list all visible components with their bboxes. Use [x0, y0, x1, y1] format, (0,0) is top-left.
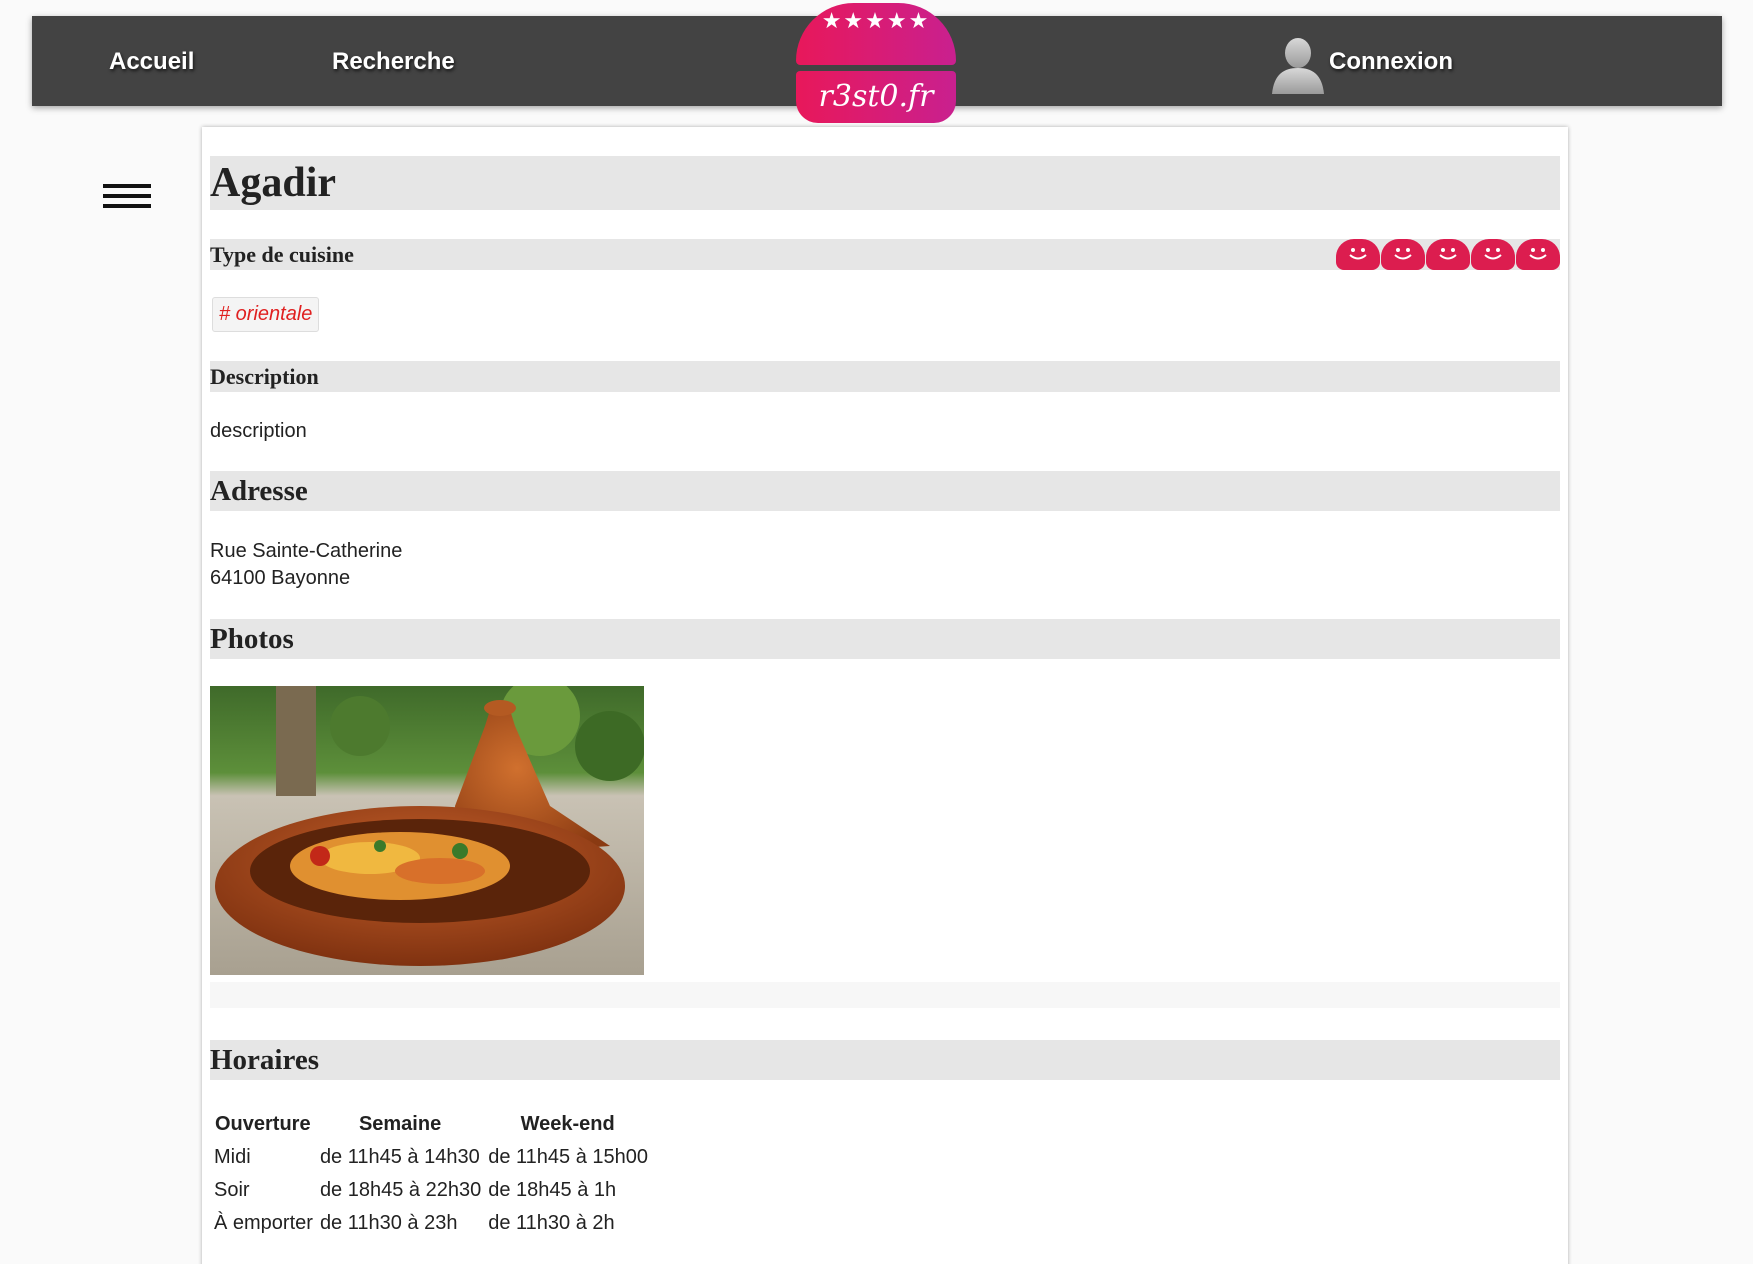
logo-top-bun: ★★★★★: [796, 3, 956, 65]
photos-heading-bar: Photos: [210, 619, 1560, 659]
logo-bottom-bun: r3st0.fr: [796, 71, 956, 123]
table-row: À emporter de 11h30 à 23h de 11h30 à 2h: [210, 1206, 651, 1239]
restaurant-name: Agadir: [210, 160, 336, 206]
hamburger-icon[interactable]: [103, 184, 151, 208]
smiley-icon: [1336, 239, 1380, 270]
smiley-icon: [1471, 239, 1515, 270]
site-logo[interactable]: ★★★★★ r3st0.fr: [796, 3, 956, 123]
logo-stars: ★★★★★: [821, 8, 931, 33]
hours-header-weekend: Week-end: [520, 1113, 615, 1135]
photos-heading: Photos: [210, 623, 294, 655]
smiley-icon: [1426, 239, 1470, 270]
hours-heading: Horaires: [210, 1044, 319, 1076]
nav-accueil-link[interactable]: Accueil: [109, 48, 194, 76]
table-row: Soir de 18h45 à 22h30 de 18h45 à 1h: [210, 1173, 651, 1206]
hours-cell: de 11h30 à 23h: [319, 1212, 458, 1234]
address-heading: Adresse: [210, 475, 308, 507]
hours-heading-bar: Horaires: [210, 1040, 1560, 1080]
photo-gallery-strip: [210, 982, 1560, 1008]
address-street: Rue Sainte-Catherine: [210, 540, 403, 562]
cuisine-heading-bar: Type de cuisine: [210, 239, 1560, 270]
tajine-photo[interactable]: [210, 686, 644, 975]
restaurant-card: Agadir Type de cuisine # orientale Descr…: [202, 127, 1568, 1264]
title-bar: Agadir: [210, 156, 1560, 210]
nav-connexion-link[interactable]: Connexion: [1329, 48, 1453, 76]
hours-cell: À emporter: [214, 1212, 313, 1234]
hours-cell: de 11h30 à 2h: [488, 1212, 615, 1234]
hours-cell: de 11h45 à 14h30: [319, 1146, 480, 1168]
description-heading: Description: [210, 364, 319, 389]
table-row: Midi de 11h45 à 14h30 de 11h45 à 15h00: [210, 1140, 651, 1173]
logo-text: r3st0.fr: [818, 79, 934, 114]
hours-cell: Soir: [214, 1179, 250, 1201]
user-icon[interactable]: [1270, 36, 1326, 94]
hours-cell: Midi: [214, 1146, 251, 1168]
rating-smileys: [1336, 239, 1560, 270]
description-text: description: [210, 420, 307, 442]
hours-header-ouverture: Ouverture: [215, 1113, 311, 1135]
address-heading-bar: Adresse: [210, 471, 1560, 511]
hours-table: Ouverture Semaine Week-end Midi de 11h45…: [210, 1107, 651, 1239]
hours-cell: de 18h45 à 1h: [488, 1179, 617, 1201]
address-city: 64100 Bayonne: [210, 567, 351, 589]
hours-header-semaine: Semaine: [358, 1113, 442, 1135]
smiley-icon: [1381, 239, 1425, 270]
cuisine-tag[interactable]: # orientale: [212, 297, 320, 332]
hours-cell: de 18h45 à 22h30: [319, 1179, 482, 1201]
smiley-icon: [1516, 239, 1560, 270]
hours-cell: de 11h45 à 15h00: [488, 1146, 649, 1168]
description-heading-bar: Description: [210, 361, 1560, 392]
nav-recherche-link[interactable]: Recherche: [332, 48, 455, 76]
